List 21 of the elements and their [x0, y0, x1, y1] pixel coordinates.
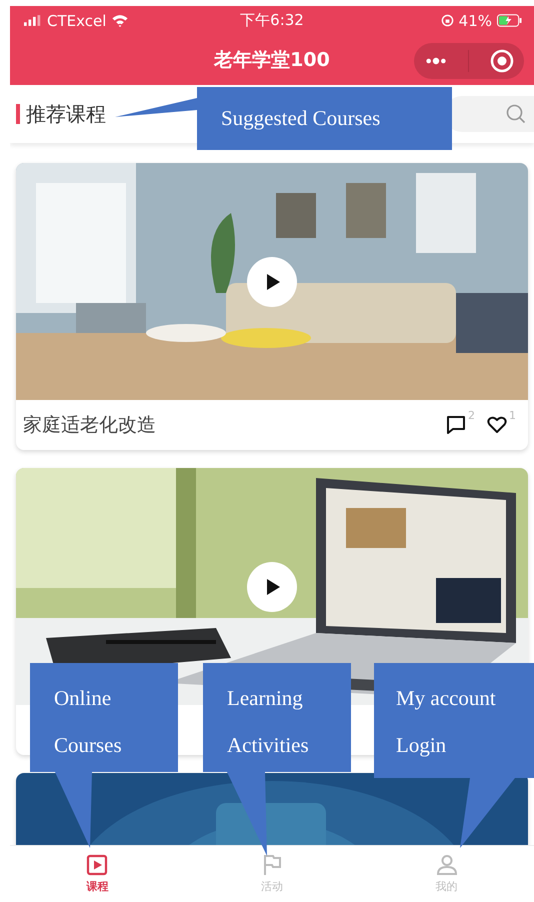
flag-icon [261, 854, 283, 876]
comment-count: 2 [468, 409, 475, 422]
like-count: 1 [509, 409, 516, 422]
carrier-name: CTExcel [47, 12, 106, 30]
battery-icon [497, 14, 522, 27]
heart-icon[interactable] [487, 415, 507, 435]
person-icon [436, 854, 458, 876]
course-title: 家庭适老化改造 [23, 413, 156, 438]
search-icon [506, 104, 526, 124]
wifi-icon [111, 14, 130, 27]
course-card[interactable]: 家庭适老化改造 2 1 [16, 163, 528, 450]
tab[interactable]: 课程 [10, 846, 185, 902]
battery-percent: 41% [458, 12, 492, 30]
signal-icon [24, 15, 42, 26]
comment-icon[interactable] [446, 415, 466, 435]
section-title: 推荐课程 [26, 100, 106, 128]
rotation-lock-icon [440, 14, 454, 27]
more-icon[interactable] [424, 57, 446, 65]
play-icon [86, 854, 108, 876]
app-title: 老年学堂100 [214, 48, 330, 73]
status-time: 下午6:32 [240, 11, 304, 30]
